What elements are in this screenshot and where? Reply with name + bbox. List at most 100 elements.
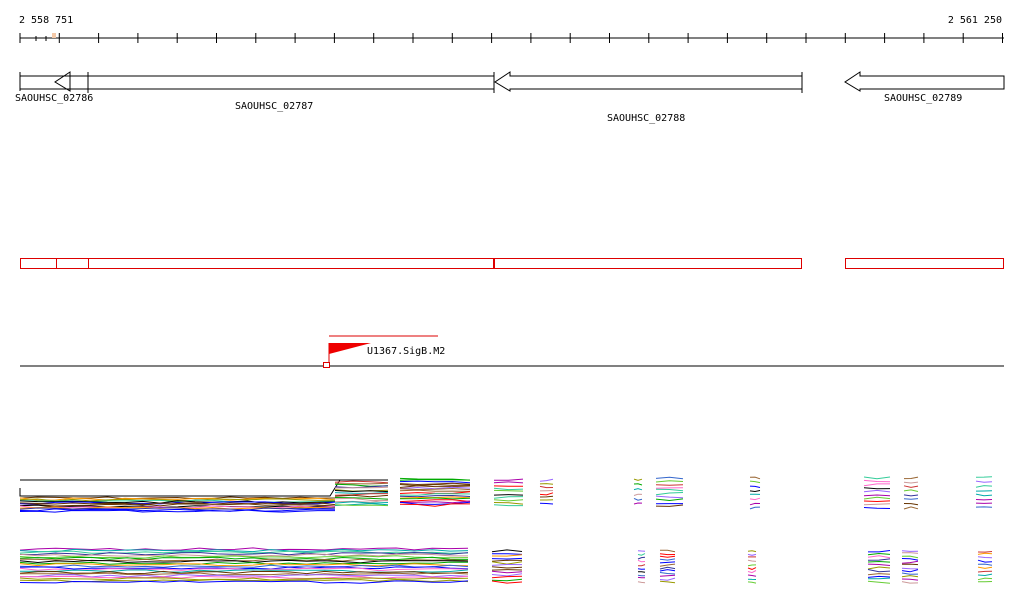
coverage-line [747,570,757,574]
region-box-3[interactable] [88,258,494,269]
gene-label-02787[interactable]: SAOUHSC_02787 [235,101,313,112]
gene-label-02788[interactable]: SAOUHSC_02788 [607,113,685,124]
coverage-line [399,480,471,484]
motif-label[interactable]: U1367.SigB.M2 [367,346,445,357]
coverage-outline [19,479,388,497]
coverage-line [19,580,469,584]
coverage-line [655,492,684,496]
coverage-line [491,557,523,560]
coverage-line [493,499,524,502]
region-box-1[interactable] [20,258,57,269]
coverage-line [491,578,523,582]
region-box-5[interactable] [845,258,1004,269]
coverage-line [749,497,761,501]
coverage-line [491,549,523,553]
coverage-line [659,563,676,567]
coverage-line [903,494,919,497]
coverage-line [659,566,676,570]
coverage-line [863,487,891,490]
coverage-line [749,490,761,493]
coverage-line [863,489,891,493]
coverage-line [863,500,891,503]
coverage-line [749,506,761,510]
coverage-line [539,478,554,482]
coverage-line [334,504,389,507]
coverage-line [660,549,676,553]
coverage-line [334,494,389,498]
coverage-line [901,558,919,561]
coverage-line [867,552,891,556]
coverage-line [749,502,761,506]
coverage-line [903,503,919,506]
ruler-position-marker[interactable] [52,33,56,38]
coverage-line [867,555,891,559]
coverage-line [901,560,919,564]
coverage-line [901,567,919,570]
coverage-line [747,550,757,553]
coverage-line [901,555,919,559]
coverage-line [19,575,469,580]
coverage-line [491,561,523,565]
gene-arrow-saouhsc-02789[interactable] [844,71,1005,92]
region-box-2[interactable] [56,258,89,269]
coverage-line [903,481,919,484]
coverage-line [747,574,757,577]
coverage-track-2 [19,547,993,584]
coverage-line [655,488,684,492]
coverage-line [638,564,646,567]
coverage-line [975,485,993,488]
coverage-line [637,574,646,577]
coverage-line [638,571,646,573]
coverage-line [975,480,993,483]
coverage-line [977,566,993,569]
coverage-line [749,485,761,488]
coverage-line [903,506,919,510]
coverage-line [334,493,389,496]
gene-label-02789[interactable]: SAOUHSC_02789 [884,93,962,104]
coverage-line [867,575,891,578]
coverage-line [637,581,646,584]
coverage-line [334,480,389,484]
coverage-line [867,573,891,576]
motif-site-marker[interactable] [323,362,330,368]
coverage-line [747,564,757,567]
coverage-line [655,480,684,483]
coverage-line [633,497,643,501]
coverage-line [493,496,524,499]
coverage-line [659,558,676,561]
coverage-line [659,569,676,572]
gene-arrow-saouhsc-02786[interactable] [19,71,71,92]
gene-arrow-saouhsc-02787[interactable] [69,75,495,90]
coverage-line [659,555,676,558]
coverage-line [867,560,891,563]
coverage-line [655,495,684,499]
region-box-4[interactable] [494,258,802,269]
coverage-line [977,570,993,573]
coverage-line [491,575,523,579]
coverage-line [977,577,993,581]
coverage-line [867,563,891,566]
coverage-line [977,552,993,555]
coverage-line [493,504,523,507]
coverage-line [901,572,919,575]
coverage-line [863,483,890,487]
coverage-line [335,482,389,485]
coverage-line [977,563,993,566]
coverage-line [659,561,676,564]
coverage-line [901,578,919,581]
coverage-line [633,478,643,481]
coverage-line [901,569,919,573]
coverage-line [633,488,643,491]
coverage-track-1 [19,476,993,513]
coverage-line [637,556,646,560]
coverage-line [901,563,919,566]
gene-label-02786[interactable]: SAOUHSC_02786 [15,93,93,104]
coverage-line [633,483,643,486]
coverage-line [493,487,524,491]
gene-arrow-saouhsc-02788[interactable] [494,71,803,92]
motif-flag-icon[interactable] [329,343,371,354]
coverage-line [539,502,554,505]
motif-track: U1367.SigB.M2 [20,335,1004,368]
coverage-line [659,577,676,581]
coverage-line [659,572,676,575]
